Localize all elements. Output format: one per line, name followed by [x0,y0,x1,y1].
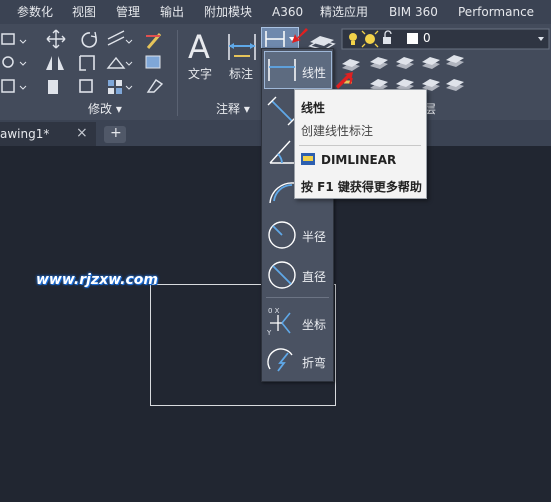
linear-dim-icon [268,59,296,81]
dropdown-item-jogged[interactable]: 折弯 [262,341,333,381]
jogged-dim-icon [267,348,293,372]
svg-text:A: A [188,28,210,64]
close-tab-icon[interactable]: × [76,125,88,141]
red-pointer-arrow-icon [292,28,308,43]
menu-bim360[interactable]: BIM 360 [389,0,438,24]
svg-text:0 X: 0 X [268,307,280,315]
tooltip-help-text: 按 F1 键获得更多帮助 [301,180,422,194]
menu-performance[interactable]: Performance [458,0,534,24]
panel-modify-label[interactable]: 修改 ▾ [88,100,122,118]
text-tool-icon[interactable]: A [186,28,216,64]
modify-tool-row-1 [1,29,162,49]
dropdown-item-linear-label: 线性 [302,66,327,80]
menu-parametric[interactable]: 参数化 [17,0,53,24]
menu-view[interactable]: 视图 [72,0,96,24]
dropdown-item-ordinate-label: 坐标 [302,318,327,332]
dropdown-item-jogged-label: 折弯 [302,356,327,370]
tooltip: 线性 创建线性标注 DIMLINEAR 按 F1 键获得更多帮助 [294,89,427,199]
dropdown-item-radius[interactable]: 半径 [262,215,333,255]
dropdown-item-radius-label: 半径 [302,230,327,244]
dropdown-item-diameter-label: 直径 [302,270,327,284]
watermark-text: www.rjzxw.com [36,272,158,288]
panel-annotate-label[interactable]: 注释 ▾ [216,100,250,118]
modify-tool-row-2 [2,55,161,71]
new-tab-button[interactable]: + [104,125,126,143]
menu-featured-apps[interactable]: 精选应用 [320,0,368,24]
dropdown-item-linear[interactable]: 线性 [262,51,333,89]
tooltip-title: 线性 [301,101,326,115]
menu-output[interactable]: 输出 [160,0,184,24]
panel-separator [177,30,178,116]
menu-addins[interactable]: 附加模块 [204,0,252,24]
ordinate-dim-icon: 0 X Y [266,307,291,337]
dimension-tool-icon[interactable] [226,30,258,64]
dropdown-separator [266,297,329,298]
tooltip-divider [299,145,421,146]
modify-tool-row-3 [1,79,164,94]
text-tool-label[interactable]: 文字 [188,65,212,82]
dropdown-item-diameter[interactable]: 直径 [262,255,333,295]
document-tab-name: awing1* [0,127,50,141]
menu-bar: 参数化 视图 管理 输出 附加模块 A360 精选应用 BIM 360 Perf… [0,0,551,25]
document-tab[interactable]: awing1* × [0,122,96,146]
plus-icon: + [110,125,122,141]
diameter-dim-icon [268,261,296,289]
menu-a360[interactable]: A360 [272,0,303,24]
tooltip-description: 创建线性标注 [301,124,374,138]
svg-text:Y: Y [266,329,272,337]
layer-dropdown-value: 0 [423,31,431,45]
dimension-tool-label[interactable]: 标注 [229,65,253,82]
tooltip-command: DIMLINEAR [321,153,397,167]
menu-manage[interactable]: 管理 [116,0,140,24]
modify-tools [1,29,164,94]
command-icon [301,153,315,165]
radius-dim-icon [268,221,296,249]
dropdown-item-ordinate[interactable]: 0 X Y 坐标 [262,303,333,343]
